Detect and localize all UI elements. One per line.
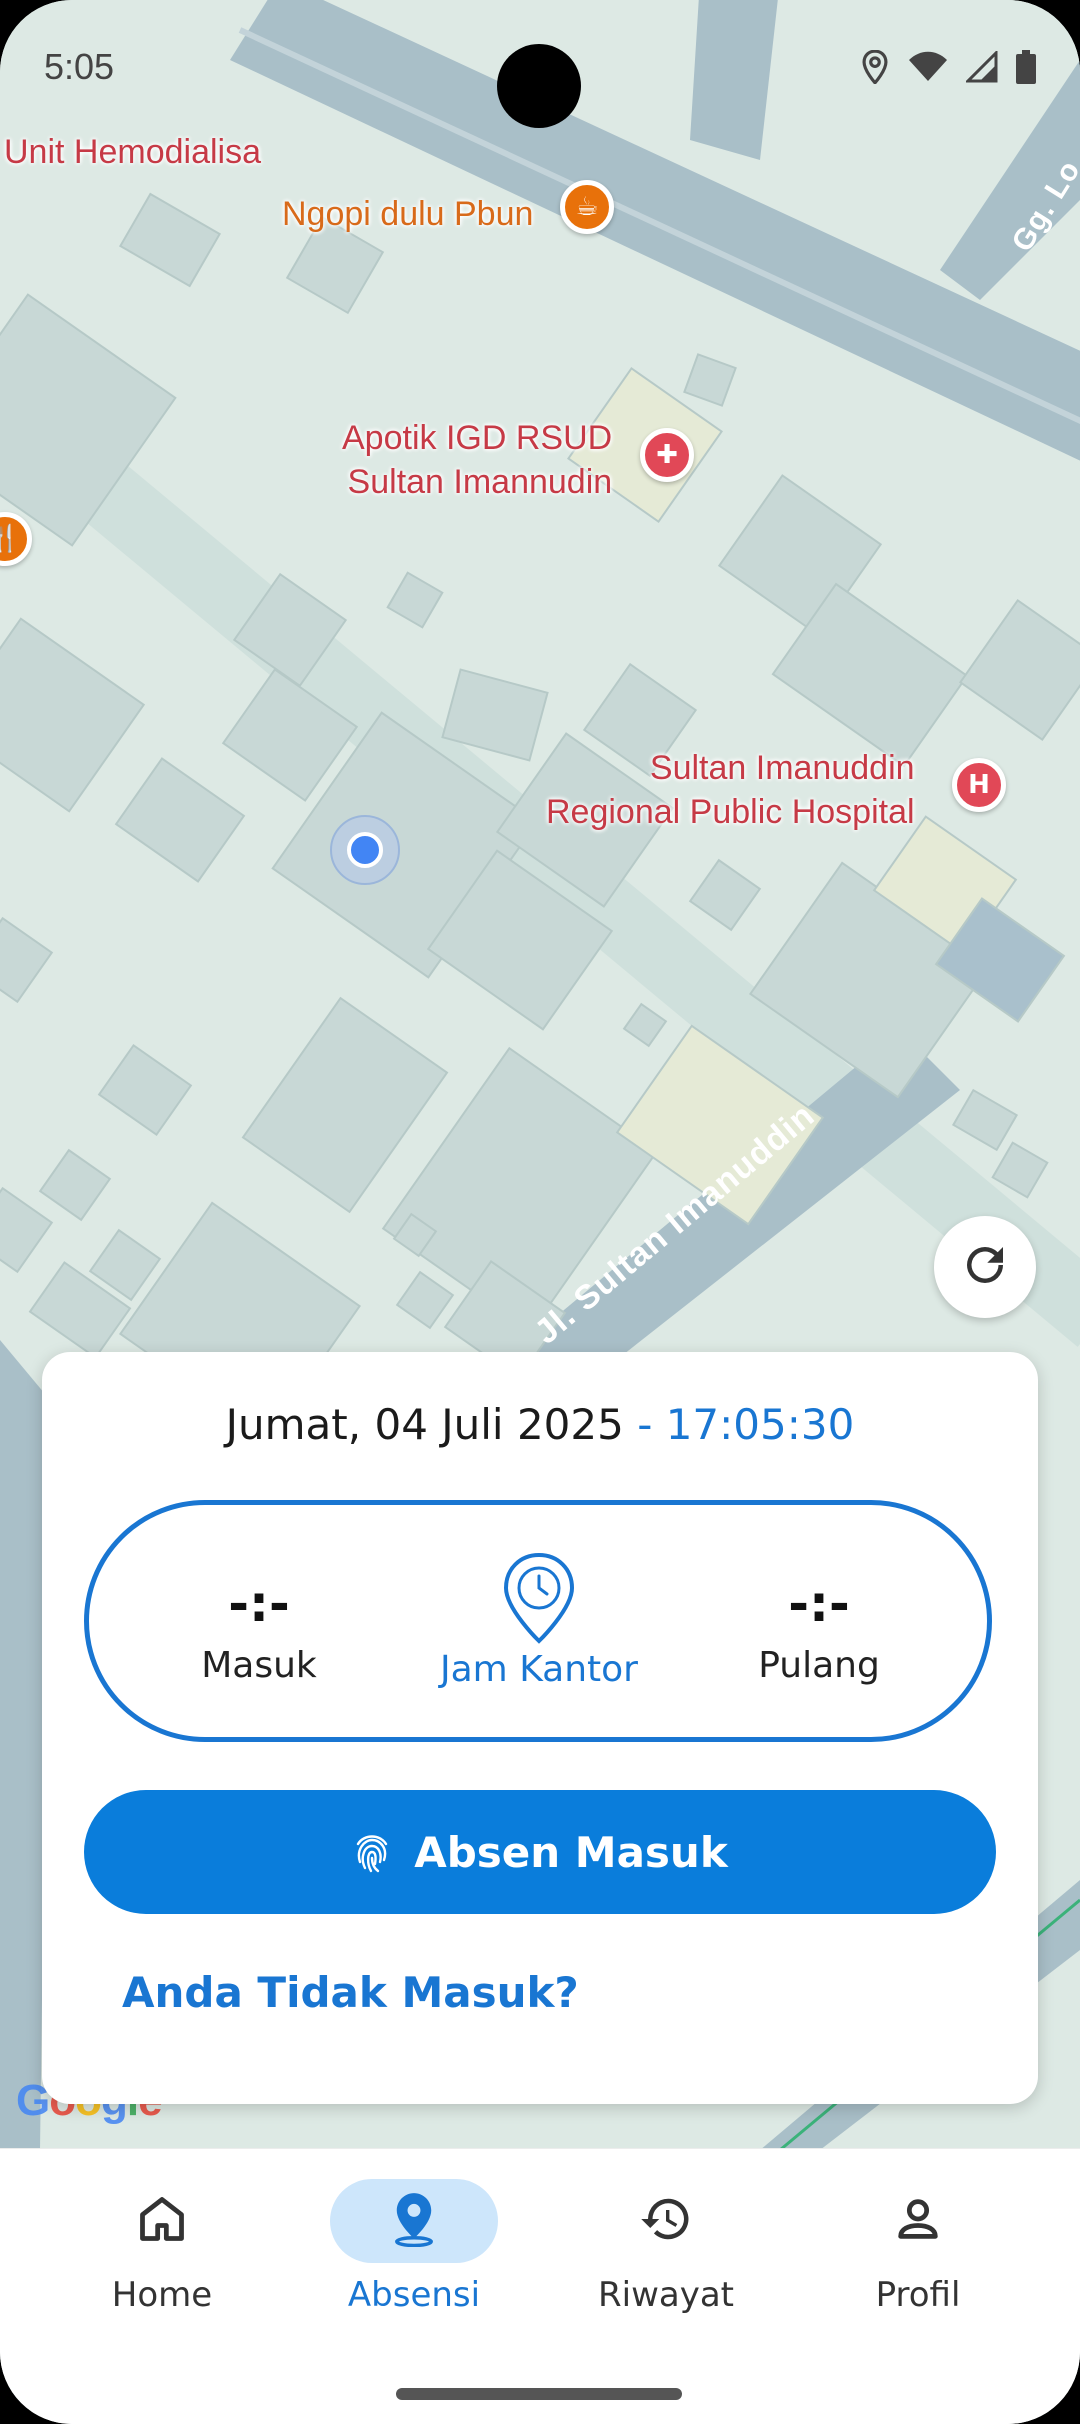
status-bar: 5:05: [0, 0, 1080, 140]
location-pin-icon: [388, 2191, 440, 2251]
hospital-icon[interactable]: H: [952, 758, 1006, 812]
nav-label-home: Home: [111, 2275, 213, 2315]
check-in-slot: -:- Masuk: [149, 1505, 369, 1737]
poi-label-pharmacy[interactable]: Apotik IGD RSUD Sultan Imannudin: [342, 416, 612, 504]
nav-label-riwayat: Riwayat: [598, 2275, 734, 2315]
bottom-navigation: Home Absensi Riwayat Profil: [0, 2148, 1080, 2424]
check-out-label: Pulang: [758, 1645, 880, 1686]
nav-item-absensi[interactable]: Absensi: [288, 2179, 540, 2315]
check-out-slot: -:- Pulang: [709, 1505, 929, 1737]
pharmacy-icon[interactable]: ✚: [640, 428, 694, 482]
nav-label-profil: Profil: [875, 2275, 961, 2315]
date-time-row: Jumat, 04 Juli 2025 - 17:05:30: [42, 1400, 1038, 1449]
history-icon: [639, 2192, 693, 2250]
poi-label-hospital[interactable]: Sultan Imanuddin Regional Public Hospita…: [546, 746, 915, 834]
nav-item-home[interactable]: Home: [36, 2179, 288, 2315]
home-icon: [136, 2193, 188, 2249]
check-out-time: -:-: [788, 1575, 850, 1633]
attendance-card: Jumat, 04 Juli 2025 - 17:05:30 -:- Masuk…: [42, 1352, 1038, 2104]
app-screen: Unit Hemodialisa Ngopi dulu Pbun ☕ Apoti…: [0, 0, 1080, 2424]
current-time: 17:05:30: [665, 1400, 855, 1449]
check-in-label: Masuk: [201, 1645, 317, 1686]
absen-masuk-button[interactable]: Absen Masuk: [84, 1790, 996, 1914]
status-icons: [860, 49, 1036, 88]
status-time: 5:05: [44, 46, 115, 87]
wifi-icon: [908, 51, 948, 87]
refresh-button[interactable]: [934, 1216, 1036, 1318]
battery-icon: [1016, 50, 1036, 88]
office-hours-label: Jam Kantor: [440, 1649, 638, 1690]
cafe-icon[interactable]: ☕: [560, 180, 614, 234]
nav-item-riwayat[interactable]: Riwayat: [540, 2179, 792, 2315]
person-icon: [892, 2193, 944, 2249]
nav-label-absensi: Absensi: [347, 2275, 481, 2315]
poi-label-cafe[interactable]: Ngopi dulu Pbun: [282, 192, 533, 236]
camera-cutout: [497, 44, 581, 128]
absen-masuk-label: Absen Masuk: [414, 1827, 728, 1877]
refresh-icon: [958, 1238, 1012, 1296]
office-hours-slot[interactable]: Jam Kantor: [419, 1505, 659, 1737]
location-icon: [860, 49, 890, 88]
home-indicator[interactable]: [396, 2388, 682, 2400]
nav-item-profil[interactable]: Profil: [792, 2179, 1044, 2315]
not-present-link[interactable]: Anda Tidak Masuk?: [122, 1968, 579, 2017]
fingerprint-icon: [357, 1835, 388, 1873]
date-time-separator: -: [623, 1400, 666, 1449]
attendance-time-summary: -:- Masuk Jam Kantor -:- Pulang: [84, 1500, 992, 1742]
office-clock-pin-icon: [501, 1551, 577, 1645]
signal-icon: [964, 49, 998, 87]
check-in-time: -:-: [228, 1575, 290, 1633]
current-date: Jumat, 04 Juli 2025: [225, 1400, 624, 1449]
